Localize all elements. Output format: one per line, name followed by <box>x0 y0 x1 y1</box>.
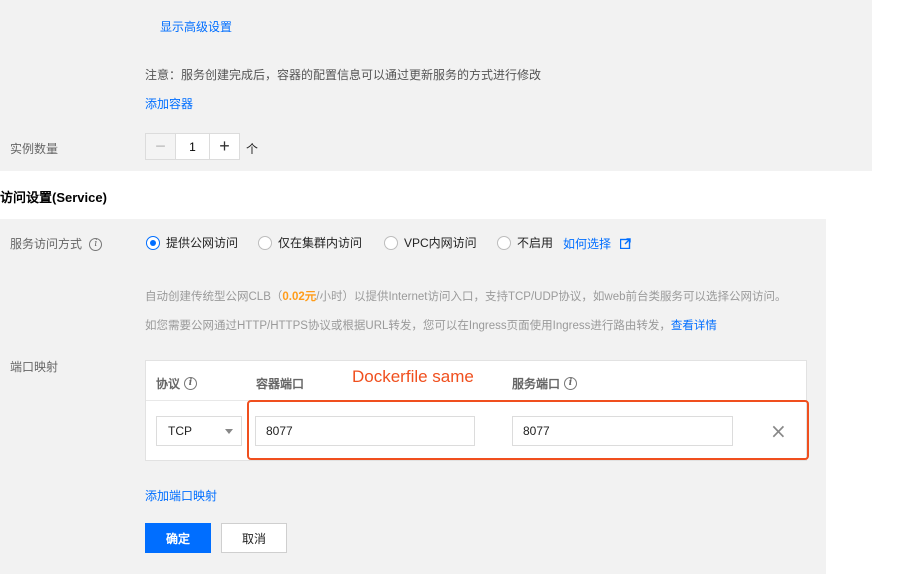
info-icon[interactable]: i <box>184 377 198 390</box>
show-advanced-settings-link[interactable]: 显示高级设置 <box>160 18 232 35</box>
increment-button[interactable]: + <box>209 134 239 159</box>
instance-count-value[interactable]: 1 <box>176 134 209 159</box>
radio-public-access[interactable]: 提供公网访问 <box>146 234 238 251</box>
instance-count-stepper[interactable]: − 1 + <box>145 133 240 160</box>
caret-down-icon <box>225 429 233 434</box>
top-panel <box>0 0 872 171</box>
instance-unit: 个 <box>246 142 259 156</box>
radio-dot <box>384 235 398 250</box>
view-details-link[interactable]: 查看详情 <box>671 320 717 332</box>
instance-count-label: 实例数量 <box>10 142 59 156</box>
column-service-port-text: 服务端口 <box>512 377 561 391</box>
port-mapping-label: 端口映射 <box>10 360 59 374</box>
confirm-button[interactable]: 确定 <box>145 523 211 553</box>
radio-dot <box>258 235 272 250</box>
ingress-description: 如您需要公网通过HTTP/HTTPS协议或根据URL转发，您可以在Ingress… <box>145 317 717 333</box>
column-container-port-text: 容器端口 <box>256 377 305 391</box>
column-protocol: 协议 i <box>156 375 198 392</box>
radio-label: 不启用 <box>517 236 554 250</box>
radio-cluster-only[interactable]: 仅在集群内访问 <box>258 234 362 251</box>
desc-suffix: /小时）以提供Internet访问入口，支持TCP/UDP协议，如web前台类服… <box>316 291 787 303</box>
decrement-button[interactable]: − <box>146 134 176 159</box>
table-header <box>146 361 806 401</box>
column-protocol-text: 协议 <box>156 377 181 391</box>
radio-label: VPC内网访问 <box>404 236 477 250</box>
add-port-mapping-link[interactable]: 添加端口映射 <box>145 487 217 504</box>
cancel-button[interactable]: 取消 <box>221 523 287 553</box>
external-link-icon[interactable] <box>620 238 632 250</box>
radio-dot-selected <box>146 235 160 250</box>
desc-prefix: 自动创建传统型公网CLB（ <box>145 291 283 303</box>
ingress-desc-text: 如您需要公网通过HTTP/HTTPS协议或根据URL转发，您可以在Ingress… <box>145 320 671 332</box>
radio-dot <box>497 235 511 250</box>
access-method-label-text: 服务访问方式 <box>10 237 83 251</box>
column-service-port: 服务端口 i <box>512 375 578 392</box>
how-to-choose-link[interactable]: 如何选择 <box>563 235 632 252</box>
info-icon[interactable]: i <box>564 377 578 390</box>
annotation-highlight-box <box>247 400 809 460</box>
info-icon[interactable]: i <box>89 238 103 252</box>
column-container-port: 容器端口 <box>256 375 304 392</box>
public-access-description: 自动创建传统型公网CLB（0.02元/小时）以提供Internet访问入口，支持… <box>145 288 787 304</box>
protocol-select-value: TCP <box>168 424 192 438</box>
annotation-text: Dockerfile same <box>352 367 474 386</box>
radio-vpc-access[interactable]: VPC内网访问 <box>384 234 477 251</box>
protocol-select[interactable]: TCP <box>156 416 242 446</box>
add-container-link[interactable]: 添加容器 <box>145 95 193 112</box>
radio-label: 仅在集群内访问 <box>278 236 363 250</box>
section-title: 访问设置(Service) <box>0 190 107 205</box>
price-text: 0.02元 <box>282 291 317 303</box>
how-to-choose-text[interactable]: 如何选择 <box>563 237 611 251</box>
radio-label: 提供公网访问 <box>166 236 239 250</box>
notice-text: 注意：服务创建完成后，容器的配置信息可以通过更新服务的方式进行修改 <box>145 68 542 82</box>
radio-disabled[interactable]: 不启用 <box>497 234 553 251</box>
access-method-label: 服务访问方式 i <box>10 235 103 252</box>
